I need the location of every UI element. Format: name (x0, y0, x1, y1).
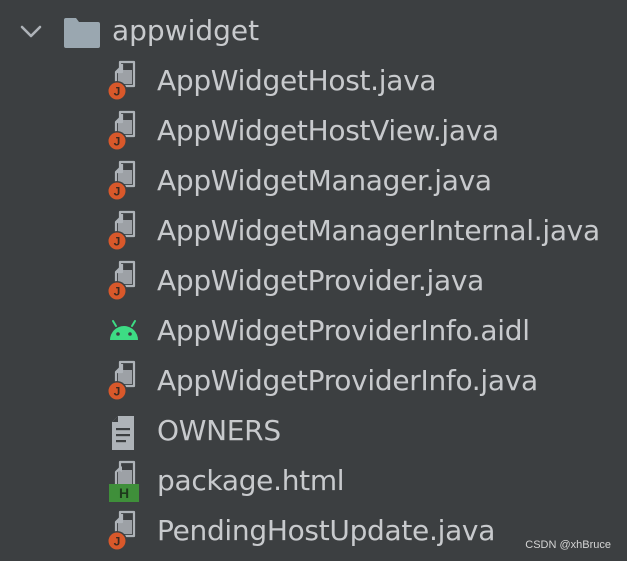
file-label: AppWidgetProvider.java (157, 264, 484, 297)
file-row[interactable]: J AppWidgetHost.java (0, 57, 627, 107)
file-label: AppWidgetProviderInfo.java (157, 364, 538, 397)
java-class-icon: J (107, 260, 136, 301)
file-label: AppWidgetHost.java (157, 64, 437, 97)
file-row[interactable]: J AppWidgetManager.java (0, 157, 627, 207)
file-label: AppWidgetManager.java (157, 164, 492, 197)
file-row[interactable]: OWNERS (0, 407, 627, 457)
file-label: package.html (157, 464, 345, 497)
file-row[interactable]: J AppWidgetProvider.java (0, 257, 627, 307)
folder-label: appwidget (112, 14, 260, 47)
java-class-icon: J (107, 160, 136, 201)
svg-text:J: J (114, 535, 121, 549)
svg-text:J: J (114, 135, 121, 149)
file-row[interactable]: J AppWidgetHostView.java (0, 107, 627, 157)
folder-row-appwidget[interactable]: appwidget (0, 7, 627, 57)
svg-text:H: H (119, 485, 129, 501)
file-label: AppWidgetProviderInfo.aidl (157, 314, 530, 347)
svg-text:J: J (114, 285, 121, 299)
file-row[interactable]: AppWidgetProviderInfo.aidl (0, 307, 627, 357)
file-row[interactable]: Hpackage.html (0, 457, 627, 507)
chevron-down-icon[interactable] (18, 19, 44, 45)
java-class-icon: J (107, 360, 136, 401)
svg-text:J: J (114, 385, 121, 399)
text-file-icon (112, 416, 134, 450)
file-label: OWNERS (157, 414, 281, 447)
file-row[interactable]: J AppWidgetManagerInternal.java (0, 207, 627, 257)
project-tree: appwidget J AppWidgetHost.java J AppWidget… (0, 0, 627, 561)
java-class-icon: J (107, 110, 136, 151)
file-label: AppWidgetHostView.java (157, 114, 499, 147)
folder-icon (64, 18, 100, 48)
android-icon (110, 320, 138, 340)
svg-text:J: J (114, 185, 121, 199)
java-class-icon: J (107, 510, 136, 551)
html-file-icon: H (109, 460, 139, 502)
java-class-icon: J (107, 60, 136, 101)
file-row[interactable]: J AppWidgetProviderInfo.java (0, 357, 627, 407)
svg-text:J: J (114, 235, 121, 249)
svg-text:J: J (114, 85, 121, 99)
java-class-icon: J (107, 210, 136, 251)
file-label: PendingHostUpdate.java (157, 514, 496, 547)
file-label: AppWidgetManagerInternal.java (157, 214, 600, 247)
watermark: CSDN @xhBruce (525, 539, 611, 551)
